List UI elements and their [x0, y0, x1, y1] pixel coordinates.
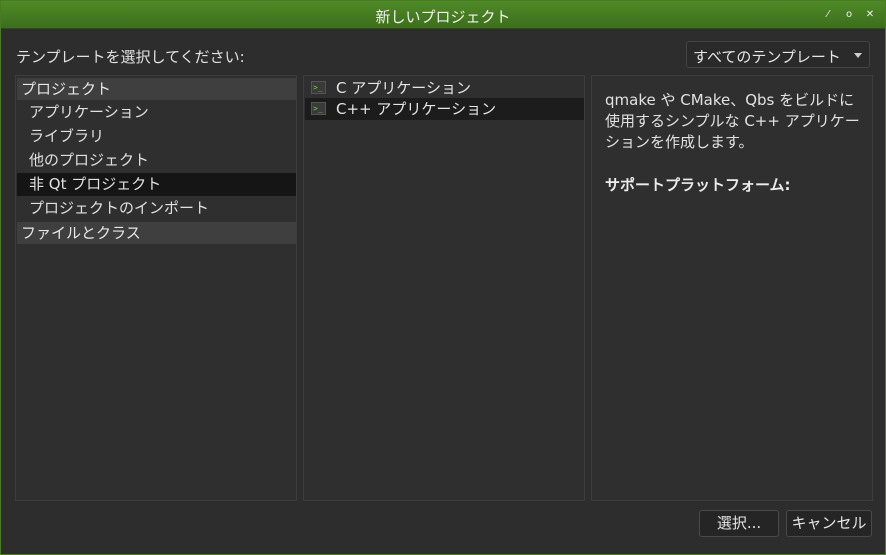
- cancel-button[interactable]: キャンセル: [786, 510, 872, 537]
- template-item-cpp-application[interactable]: >_ C++ アプリケーション: [305, 98, 584, 120]
- terminal-icon: >_: [311, 102, 326, 115]
- category-item-application[interactable]: アプリケーション: [17, 101, 296, 124]
- template-description: qmake や CMake、Qbs をビルドに使用するシンプルな C++ アプリ…: [605, 91, 860, 151]
- template-prompt-label: テンプレートを選択してください:: [16, 48, 245, 66]
- maximize-icon[interactable]: o: [842, 8, 856, 22]
- chevron-down-icon: [854, 53, 862, 58]
- template-filter-dropdown[interactable]: すべてのテンプレート: [686, 41, 870, 68]
- template-item-label: C アプリケーション: [336, 79, 471, 97]
- category-header-project[interactable]: プロジェクト: [17, 78, 296, 100]
- category-item-import-project[interactable]: プロジェクトのインポート: [17, 197, 296, 220]
- template-item-label: C++ アプリケーション: [336, 100, 497, 118]
- supported-platforms-label: サポートプラットフォーム:: [605, 176, 791, 194]
- new-project-dialog: 新しいプロジェクト ⁄ o ✕ テンプレートを選択してください: すべてのテンプ…: [0, 0, 886, 555]
- close-icon[interactable]: ✕: [863, 8, 877, 22]
- category-item-other-project[interactable]: 他のプロジェクト: [17, 149, 296, 172]
- terminal-icon: >_: [311, 81, 326, 94]
- minimize-icon[interactable]: ⁄: [821, 8, 835, 22]
- title-bar[interactable]: 新しいプロジェクト ⁄ o ✕: [1, 1, 885, 29]
- category-list[interactable]: プロジェクト アプリケーション ライブラリ 他のプロジェクト 非 Qt プロジェ…: [15, 75, 297, 501]
- category-item-non-qt-project[interactable]: 非 Qt プロジェクト: [17, 173, 296, 196]
- select-button[interactable]: 選択...: [699, 510, 779, 537]
- description-panel: qmake や CMake、Qbs をビルドに使用するシンプルな C++ アプリ…: [591, 75, 873, 501]
- category-header-files-classes[interactable]: ファイルとクラス: [17, 222, 296, 244]
- category-item-library[interactable]: ライブラリ: [17, 125, 296, 148]
- template-item-c-application[interactable]: >_ C アプリケーション: [305, 77, 584, 99]
- template-filter-value: すべてのテンプレート: [693, 48, 841, 66]
- template-list[interactable]: >_ C アプリケーション >_ C++ アプリケーション: [303, 75, 585, 501]
- window-title: 新しいプロジェクト: [375, 8, 511, 26]
